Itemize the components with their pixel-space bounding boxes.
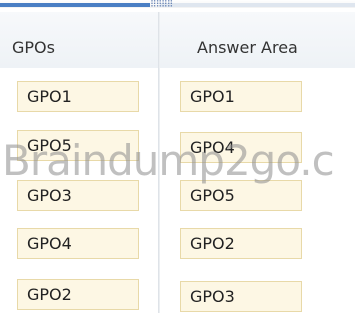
gpo-item[interactable]: GPO1 (17, 81, 139, 112)
answer-item[interactable]: GPO3 (180, 281, 302, 312)
title-bar-right (160, 3, 355, 7)
answer-item[interactable]: GPO4 (180, 132, 302, 163)
answer-item[interactable]: GPO5 (180, 180, 302, 211)
gpo-item[interactable]: GPO5 (17, 130, 139, 161)
drag-drop-panel: ⠿⠿⠿⠿ GPOs Answer Area GPO1 GPO5 GPO3 GPO… (0, 0, 355, 313)
title-accent-bar (0, 3, 150, 7)
drag-grip-icon[interactable]: ⠿⠿⠿⠿ (150, 1, 180, 10)
gpos-column-header: GPOs (12, 38, 55, 57)
gpo-item[interactable]: GPO4 (17, 228, 139, 259)
gpo-item[interactable]: GPO2 (17, 279, 139, 310)
gpo-item[interactable]: GPO3 (17, 180, 139, 211)
answer-item[interactable]: GPO2 (180, 228, 302, 259)
column-splitter[interactable] (158, 12, 160, 313)
answer-area-column-header: Answer Area (197, 38, 298, 57)
answer-item[interactable]: GPO1 (180, 81, 302, 112)
